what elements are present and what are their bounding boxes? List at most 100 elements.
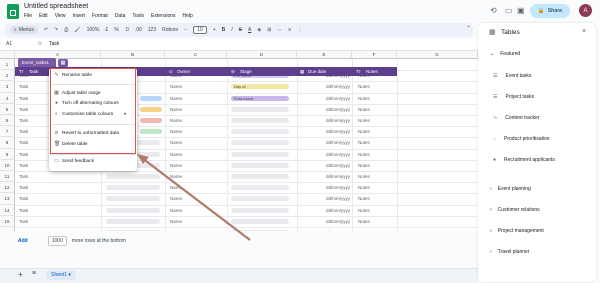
stage-chip[interactable]	[231, 218, 289, 224]
menu-extensions[interactable]: Extensions	[151, 13, 175, 19]
header-task[interactable]: Task	[29, 67, 38, 76]
header-owner[interactable]: Owner	[177, 67, 190, 76]
redo-icon[interactable]: ↷	[54, 27, 58, 33]
task-cell[interactable]: Task	[19, 107, 28, 112]
font-select[interactable]: Roboto	[162, 27, 178, 33]
collapse-toolbar-icon[interactable]: ⌃	[466, 25, 471, 32]
row-header[interactable]: 12	[0, 182, 15, 194]
due-date-cell[interactable]: dd/mm/yyyy	[326, 185, 350, 190]
task-cell[interactable]: Task	[19, 208, 28, 213]
zoom-select[interactable]: 100%	[87, 27, 100, 33]
due-date-cell[interactable]: dd/mm/yyyy	[326, 140, 350, 145]
align-icon[interactable]: ≡	[288, 27, 291, 33]
stage-chip[interactable]	[231, 106, 289, 112]
menu-insert[interactable]: Insert	[72, 13, 85, 19]
row-header[interactable]: 7	[0, 126, 15, 138]
select-all-corner[interactable]	[0, 51, 15, 59]
task-cell[interactable]: Task	[19, 140, 28, 145]
notes-cell[interactable]: Notes	[358, 185, 370, 190]
font-size-increase[interactable]: +	[213, 27, 216, 33]
table-name-tab[interactable]: Event_tasks1	[18, 58, 56, 67]
featured-section[interactable]: ⌄ Featured	[490, 51, 520, 57]
notes-cell[interactable]: Notes	[358, 219, 370, 224]
category-project-management[interactable]: › Project management	[490, 228, 544, 234]
due-date-cell[interactable]: dd/mm/yyyy	[326, 208, 350, 213]
stage-chip[interactable]: Day of	[231, 84, 289, 90]
column-header-d[interactable]: D	[227, 51, 297, 59]
notes-cell[interactable]: Notes	[358, 163, 370, 168]
close-icon[interactable]: ×	[582, 28, 586, 35]
owner-cell[interactable]: Name	[170, 96, 182, 101]
stage-chip[interactable]	[231, 185, 289, 191]
undo-icon[interactable]: ↶	[44, 27, 48, 33]
currency-button[interactable]: £	[105, 27, 108, 33]
history-icon[interactable]: ⟲	[490, 6, 497, 15]
add-rows-button[interactable]: Add	[18, 238, 28, 244]
dropdown-chip[interactable]	[106, 185, 160, 191]
row-header[interactable]: 6	[0, 115, 15, 127]
row-header[interactable]: 4	[0, 92, 15, 104]
row-header[interactable]: 9	[0, 148, 15, 160]
task-cell[interactable]: Task	[19, 163, 28, 168]
notes-cell[interactable]: Notes	[358, 129, 370, 134]
owner-cell[interactable]: Name	[170, 152, 182, 157]
panel-item-content-tracker[interactable]: ∿ Content tracker	[493, 115, 539, 121]
stage-chip[interactable]	[231, 196, 289, 202]
due-date-cell[interactable]: dd/mm/yyyy	[326, 230, 350, 231]
menu-tools[interactable]: Tools	[132, 13, 144, 19]
dropdown-chip[interactable]	[106, 230, 160, 231]
text-color-icon[interactable]: A	[248, 27, 251, 33]
stage-chip[interactable]	[231, 118, 289, 123]
column-header-b[interactable]: B	[101, 51, 165, 59]
menu-help[interactable]: Help	[183, 13, 193, 19]
paint-format-icon[interactable]: 🖌	[74, 27, 80, 33]
status-chip[interactable]	[140, 129, 162, 135]
rows-count-input[interactable]: 1000	[47, 236, 67, 246]
italic-icon[interactable]: I	[231, 27, 232, 33]
task-cell[interactable]: Task	[19, 230, 28, 231]
owner-cell[interactable]: Name	[170, 230, 182, 231]
avatar[interactable]: A	[579, 4, 592, 17]
column-header-c[interactable]: C	[165, 51, 227, 59]
notes-cell[interactable]: Notes	[358, 118, 370, 123]
formula-input[interactable]: Task	[49, 41, 59, 47]
notes-cell[interactable]: Notes	[358, 152, 370, 157]
dropdown-chip[interactable]	[106, 174, 160, 179]
panel-item-event-tasks[interactable]: ☰ Event tasks	[493, 73, 531, 79]
menu-data[interactable]: Data	[115, 13, 126, 19]
notes-cell[interactable]: Notes	[358, 208, 370, 213]
notes-cell[interactable]: Notes	[358, 196, 370, 201]
task-cell[interactable]: Task	[19, 152, 28, 157]
menus-search[interactable]: ⌕ Menus	[10, 26, 38, 34]
owner-cell[interactable]: Name	[170, 129, 182, 134]
menu-edit[interactable]: Edit	[39, 13, 48, 19]
owner-cell[interactable]: Name	[170, 84, 182, 89]
row-header[interactable]: 3	[0, 81, 15, 93]
header-due-date[interactable]: Due date	[308, 67, 326, 76]
panel-item-project-tasks[interactable]: ☰ Project tasks	[493, 94, 534, 100]
font-size-decrease[interactable]: −	[184, 27, 187, 33]
table-menu-button[interactable]: ▦	[58, 59, 68, 67]
menu-file[interactable]: File	[24, 13, 32, 19]
category-customer-relations[interactable]: › Customer relations	[490, 207, 540, 213]
header-notes[interactable]: Notes	[366, 67, 378, 76]
owner-cell[interactable]: Name	[170, 107, 182, 112]
owner-cell[interactable]: Name	[170, 185, 182, 190]
add-sheet-icon[interactable]: +	[18, 270, 23, 279]
dropdown-chip[interactable]	[106, 196, 160, 202]
status-chip[interactable]	[140, 95, 162, 101]
task-cell[interactable]: Task	[19, 219, 28, 224]
sheets-logo-icon[interactable]	[7, 4, 19, 19]
panel-item-product-prioritisation[interactable]: ◌ Product prioritisation	[493, 136, 550, 142]
due-date-cell[interactable]: dd/mm/yyyy	[326, 152, 350, 157]
decrease-decimal-button[interactable]: .0	[125, 27, 129, 33]
row-header[interactable]: 1	[0, 59, 15, 71]
strikethrough-icon[interactable]: S	[239, 27, 242, 33]
due-date-cell[interactable]: dd/mm/yyyy	[326, 163, 350, 168]
notes-cell[interactable]: Notes	[358, 140, 370, 145]
notes-cell[interactable]: Notes	[358, 84, 370, 89]
owner-cell[interactable]: Name	[170, 118, 182, 123]
row-header[interactable]: 16	[0, 227, 15, 231]
due-date-cell[interactable]: dd/mm/yyyy	[326, 84, 350, 89]
comment-icon[interactable]: ▭	[505, 6, 513, 15]
